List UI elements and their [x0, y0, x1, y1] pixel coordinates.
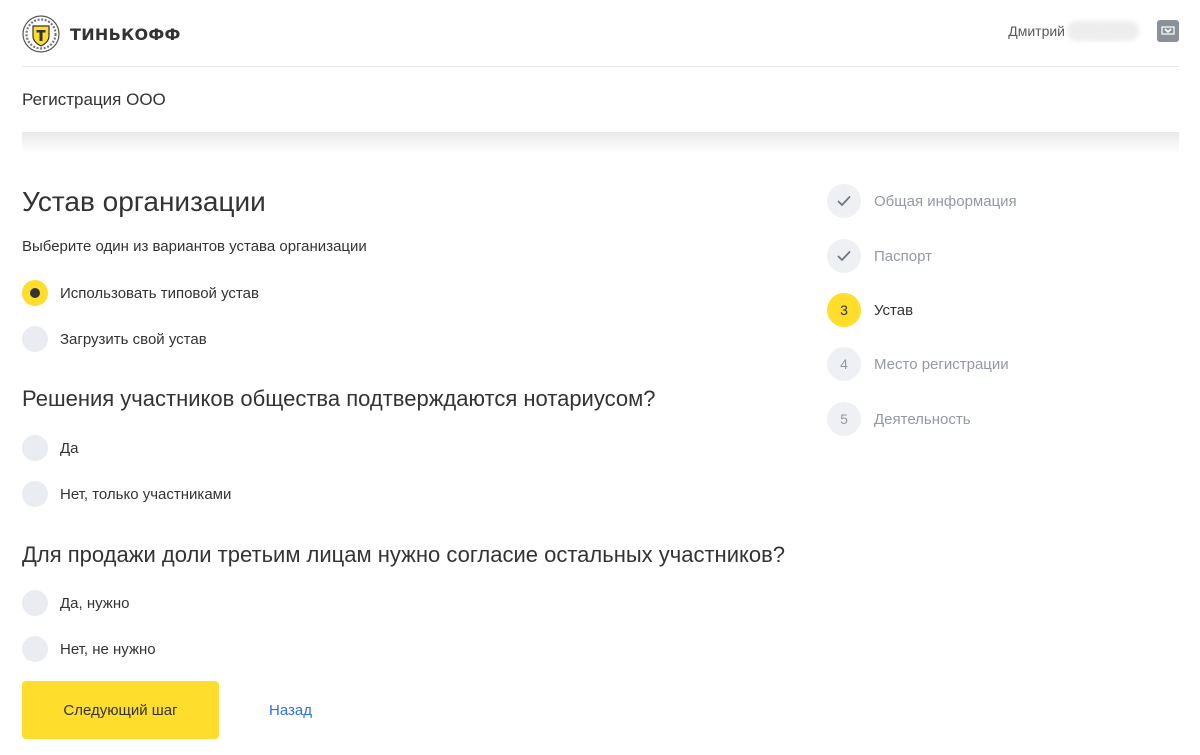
- form-heading: Устав организации: [22, 186, 266, 217]
- radio-label: Да: [60, 439, 79, 457]
- radio-circle[interactable]: [22, 590, 48, 616]
- radio-circle[interactable]: [22, 636, 48, 662]
- tinkoff-emblem-icon: [22, 15, 60, 53]
- form-subtitle: Выберите один из вариантов устава органи…: [22, 238, 367, 255]
- radio-label: Нет, только участниками: [60, 485, 232, 503]
- user-name: Дмитрий: [1008, 23, 1065, 39]
- step-circle: [827, 184, 861, 218]
- user-menu-button[interactable]: [1157, 20, 1179, 42]
- step-label: Общая информация: [874, 192, 1017, 210]
- brand-name: ТИНЬКОФФ: [70, 24, 181, 44]
- step-charter[interactable]: 3 Устав: [827, 293, 913, 327]
- step-circle: 5: [827, 402, 861, 436]
- radio-standard-charter[interactable]: Использовать типовой устав: [22, 280, 259, 306]
- step-passport[interactable]: Паспорт: [827, 239, 932, 273]
- title-divider-band: [22, 132, 1179, 154]
- page-title: Регистрация ООО: [22, 90, 166, 109]
- chevron-down-icon: [1161, 26, 1175, 35]
- radio-label: Нет, не нужно: [60, 640, 156, 658]
- brand-logo[interactable]: ТИНЬКОФФ: [22, 15, 181, 53]
- radio-label: Да, нужно: [60, 594, 130, 612]
- checkmark-icon: [837, 251, 851, 261]
- radio-circle[interactable]: [22, 435, 48, 461]
- radio-notary-yes[interactable]: Да: [22, 435, 79, 461]
- radio-selected-dot: [30, 288, 40, 298]
- step-general-info[interactable]: Общая информация: [827, 184, 1017, 218]
- radio-share-no[interactable]: Нет, не нужно: [22, 636, 156, 662]
- checkmark-icon: [837, 196, 851, 206]
- radio-circle[interactable]: [22, 280, 48, 306]
- step-number: 4: [840, 356, 848, 372]
- step-activity[interactable]: 5 Деятельность: [827, 402, 971, 436]
- radio-notary-no[interactable]: Нет, только участниками: [22, 481, 231, 507]
- next-step-button[interactable]: Следующий шаг: [22, 681, 219, 739]
- back-link[interactable]: Назад: [269, 702, 312, 719]
- step-label: Паспорт: [874, 247, 932, 265]
- step-circle: 4: [827, 347, 861, 381]
- radio-upload-charter[interactable]: Загрузить свой устав: [22, 326, 207, 352]
- top-header: ТИНЬКОФФ Дмитрий: [22, 0, 1179, 67]
- step-circle: 3: [827, 293, 861, 327]
- user-area: Дмитрий: [1008, 20, 1179, 42]
- user-surname-blurred: [1067, 21, 1139, 41]
- radio-circle[interactable]: [22, 481, 48, 507]
- question-share-sale: Для продажи доли третьим лицам нужно сог…: [22, 542, 786, 567]
- step-label: Деятельность: [874, 410, 971, 428]
- radio-label: Загрузить свой устав: [60, 330, 207, 348]
- question-notary: Решения участников общества подтверждают…: [22, 386, 656, 411]
- step-label: Устав: [874, 301, 914, 319]
- step-registration-place[interactable]: 4 Место регистрации: [827, 347, 1009, 381]
- step-circle: [827, 239, 861, 273]
- step-label: Место регистрации: [874, 355, 1009, 373]
- radio-label: Использовать типовой устав: [60, 284, 259, 302]
- step-number: 5: [840, 411, 848, 427]
- radio-share-yes[interactable]: Да, нужно: [22, 590, 129, 616]
- radio-circle[interactable]: [22, 326, 48, 352]
- step-number: 3: [840, 302, 848, 318]
